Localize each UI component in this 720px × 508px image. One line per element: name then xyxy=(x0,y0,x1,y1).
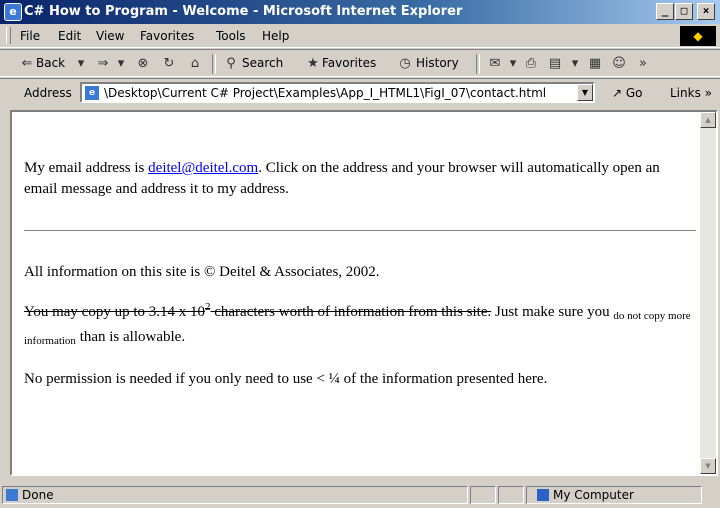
scroll-up-icon[interactable]: ▲ xyxy=(700,112,716,128)
refresh-icon[interactable]: ↻ xyxy=(160,55,178,72)
menu-help[interactable]: Help xyxy=(262,29,289,43)
menu-grip xyxy=(6,27,11,44)
vertical-scrollbar[interactable]: ▲ ▼ xyxy=(700,112,716,474)
address-dropdown-icon[interactable]: ▼ xyxy=(577,84,593,101)
history-icon[interactable]: ◷ xyxy=(396,55,414,72)
toolbar-separator xyxy=(212,54,216,74)
scroll-down-icon[interactable]: ▼ xyxy=(700,458,716,474)
menu-favorites[interactable]: Favorites xyxy=(140,29,194,43)
discuss-icon[interactable]: ▦ xyxy=(586,55,604,72)
status-bar: Done My Computer xyxy=(0,482,720,508)
print-icon[interactable]: ⎙ xyxy=(522,55,540,72)
edit-icon[interactable]: ▤ xyxy=(546,55,564,72)
standard-toolbar: ⇐ Back ▾ ⇒ ▾ ⊗ ↻ ⌂ ⚲ Search ★ Favorites … xyxy=(0,49,720,77)
status-cell xyxy=(470,486,496,504)
computer-icon xyxy=(537,489,549,501)
toolbar-separator xyxy=(476,54,480,74)
history-button[interactable]: History xyxy=(416,56,459,70)
menu-edit[interactable]: Edit xyxy=(58,29,81,43)
windows-logo-icon: ◆ xyxy=(680,26,716,46)
status-cell xyxy=(498,486,524,504)
menu-tools[interactable]: Tools xyxy=(216,29,246,43)
email-link[interactable]: deitel@deitel.com xyxy=(148,160,258,176)
text: characters worth of information from thi… xyxy=(210,304,492,320)
favorites-button[interactable]: Favorites xyxy=(322,56,376,70)
horizontal-rule xyxy=(24,230,696,231)
status-text-cell: Done xyxy=(2,486,468,504)
favorites-icon[interactable]: ★ xyxy=(304,55,322,72)
menu-view[interactable]: View xyxy=(96,29,124,43)
email-paragraph: My email address is deitel@deitel.com. C… xyxy=(24,158,696,200)
zone-cell: My Computer xyxy=(526,486,702,504)
search-button[interactable]: Search xyxy=(242,56,283,70)
go-label: Go xyxy=(625,86,643,100)
copyright-paragraph: All information on this site is © Deitel… xyxy=(24,264,380,280)
back-arrow-icon[interactable]: ⇐ xyxy=(18,55,36,72)
page-icon: e xyxy=(85,86,99,100)
stop-icon[interactable]: ⊗ xyxy=(134,55,152,72)
links-label: Links xyxy=(670,86,701,100)
go-button[interactable]: ↗ Go xyxy=(612,86,643,100)
minimize-button[interactable]: _ xyxy=(656,3,674,20)
text: You may copy up to 3.14 x 10 xyxy=(24,304,205,320)
address-url[interactable]: \Desktop\Current C# Project\Examples\App… xyxy=(104,86,546,100)
forward-arrow-icon[interactable]: ⇒ xyxy=(94,55,112,72)
deleted-text: You may copy up to 3.14 x 102 characters… xyxy=(24,302,492,321)
status-text: Done xyxy=(22,488,54,502)
address-bar: Address e \Desktop\Current C# Project\Ex… xyxy=(0,78,720,106)
more-chevron-icon[interactable]: » xyxy=(634,55,652,72)
dropdown-arrow-icon[interactable]: ▾ xyxy=(566,55,584,72)
menu-file[interactable]: File xyxy=(20,29,40,43)
links-button[interactable]: Links » xyxy=(670,86,712,100)
title-bar: e C# How to Program - Welcome - Microsof… xyxy=(0,0,720,24)
document: My email address is deitel@deitel.com. C… xyxy=(24,158,696,390)
dropdown-arrow-icon[interactable]: ▾ xyxy=(72,55,90,72)
permission-paragraph: No permission is needed if you only need… xyxy=(24,371,548,387)
home-icon[interactable]: ⌂ xyxy=(186,55,204,72)
copy-paragraph: You may copy up to 3.14 x 102 characters… xyxy=(24,302,696,352)
go-arrow-icon: ↗ xyxy=(612,86,626,100)
page-icon xyxy=(6,489,18,501)
text: Just make sure you xyxy=(491,304,614,320)
search-icon[interactable]: ⚲ xyxy=(222,55,240,72)
dropdown-arrow-icon[interactable]: ▾ xyxy=(112,55,130,72)
ie-app-icon: e xyxy=(4,3,22,21)
zone-text: My Computer xyxy=(553,488,634,502)
text: My email address is xyxy=(24,160,149,176)
text: than is allowable. xyxy=(75,329,186,345)
maximize-button[interactable]: □ xyxy=(675,3,693,20)
address-input[interactable]: e \Desktop\Current C# Project\Examples\A… xyxy=(80,82,595,103)
dropdown-arrow-icon[interactable]: ▾ xyxy=(504,55,522,72)
messenger-icon[interactable]: ☺ xyxy=(610,55,628,72)
back-button[interactable]: Back xyxy=(36,56,65,70)
mail-icon[interactable]: ✉ xyxy=(486,55,504,72)
close-button[interactable]: × xyxy=(697,3,715,20)
address-label: Address xyxy=(24,86,72,100)
browser-window: e C# How to Program - Welcome - Microsof… xyxy=(0,0,720,508)
window-title: C# How to Program - Welcome - Microsoft … xyxy=(24,4,463,19)
menu-bar: File Edit View Favorites Tools Help ◆ xyxy=(0,24,720,48)
